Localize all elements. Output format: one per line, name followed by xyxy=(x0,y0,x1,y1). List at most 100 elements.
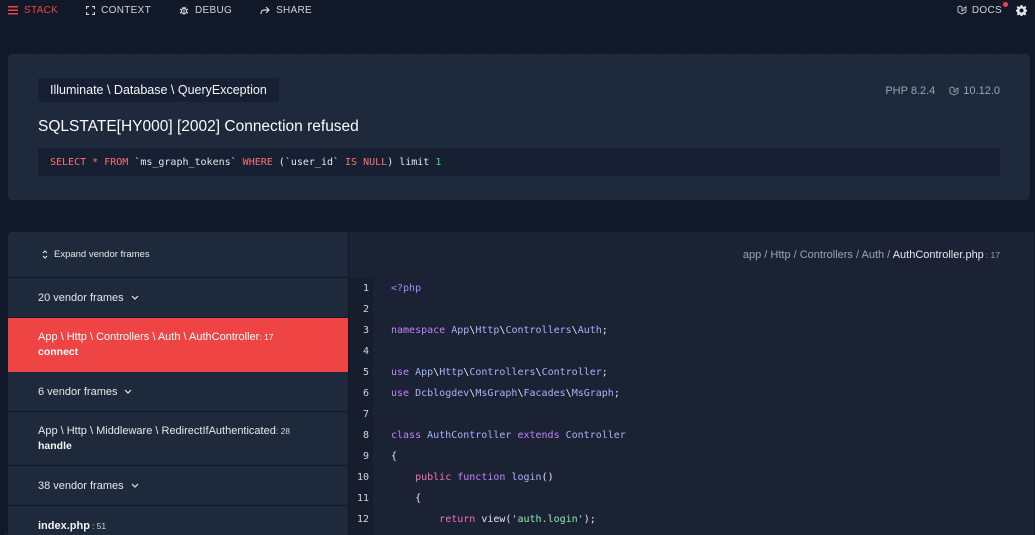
stack-frames-panel: Expand vendor frames 20 vendor frames Ap… xyxy=(8,232,348,535)
code-line: 11 { xyxy=(349,488,1034,509)
sql-query: SELECT * FROM `ms_graph_tokens` WHERE (`… xyxy=(38,148,1000,176)
line-number: 9 xyxy=(362,451,369,462)
nav-debug[interactable]: DEBUG xyxy=(179,0,232,20)
file-path[interactable]: app / Http / Controllers / Auth / AuthCo… xyxy=(743,249,1000,261)
code-token: { xyxy=(415,493,422,504)
code-token: AuthController xyxy=(427,430,512,441)
frame-function: connect xyxy=(38,346,79,358)
vendor-frames-group[interactable]: 20 vendor frames xyxy=(8,278,348,318)
laravel-icon xyxy=(949,86,959,96)
nav-debug-label: DEBUG xyxy=(195,4,233,16)
frame-line: : 28 xyxy=(275,426,291,436)
expand-vendor-frames-button[interactable]: Expand vendor frames xyxy=(8,232,348,278)
code-token: class xyxy=(391,430,428,441)
frame-path: App \ Http \ Controllers \ Auth \ AuthCo… xyxy=(38,331,260,343)
exception-header: Illuminate \ Database \ QueryException P… xyxy=(8,54,1030,200)
code-line: 4 xyxy=(349,341,1034,362)
vendor-frames-group[interactable]: 6 vendor frames xyxy=(8,372,348,412)
nav-share[interactable]: SHARE xyxy=(260,0,312,20)
code-token: public xyxy=(415,472,458,483)
chevron-down-icon xyxy=(131,483,139,488)
code-line: 9 { xyxy=(349,446,1034,467)
code-line: 8 class AuthController extends Controlle… xyxy=(349,425,1034,446)
code-line: 10 public function login() xyxy=(349,467,1034,488)
vendor-frames-label: 38 vendor frames xyxy=(38,479,124,492)
code-token: Http xyxy=(439,367,464,378)
nav-docs[interactable]: DOCS xyxy=(957,1,1008,16)
code-token: Facades xyxy=(523,388,566,399)
code-line: 5 use App\Http\Controllers\Controller; xyxy=(349,362,1034,383)
vendor-frames-label: 20 vendor frames xyxy=(38,291,124,304)
stack-icon xyxy=(8,5,18,15)
code-token: view( xyxy=(481,514,512,525)
code-token: ); xyxy=(583,514,596,525)
nav-docs-label: DOCS xyxy=(971,4,1002,16)
code-token: MsGraph xyxy=(571,388,614,399)
code-line: 2 xyxy=(349,299,1034,320)
nav-context[interactable]: CONTEXT xyxy=(86,0,151,20)
sql-keyword: WHERE xyxy=(242,156,273,168)
expand-corners-icon xyxy=(86,5,96,15)
code-token: extends xyxy=(511,430,566,441)
code-token: Dcblogdev xyxy=(415,388,470,399)
sql-limit: ) limit xyxy=(387,156,436,168)
nav-stack-label: STACK xyxy=(24,4,59,16)
file-line: : 17 xyxy=(985,250,1000,260)
code-token: namespace xyxy=(391,325,452,336)
exception-message: SQLSTATE[HY000] [2002] Connection refuse… xyxy=(38,118,359,135)
notification-dot xyxy=(1003,1,1008,7)
code-line: 12 return view('auth.login'); xyxy=(349,509,1034,530)
sql-star: * xyxy=(86,156,105,168)
chevron-down-icon xyxy=(131,295,139,300)
sql-keyword: SELECT xyxy=(50,156,87,168)
file-path-prefix: app / Http / Controllers / Auth / xyxy=(742,249,893,261)
code-token: function xyxy=(457,472,512,483)
line-number: 12 xyxy=(356,514,369,525)
code-token: <?php xyxy=(391,283,422,294)
file-name: AuthController.php xyxy=(892,249,984,261)
code-token: Controllers xyxy=(469,367,536,378)
php-version: PHP 8.2.4 xyxy=(885,85,936,97)
sql-keyword: IS NULL xyxy=(345,156,388,168)
line-number: 10 xyxy=(356,472,369,483)
code-line: 7 xyxy=(349,404,1034,425)
code-token: MsGraph xyxy=(475,388,518,399)
nav-stack[interactable]: STACK xyxy=(8,0,58,20)
line-number: 6 xyxy=(362,388,369,399)
line-number: 8 xyxy=(362,430,369,441)
line-number: 2 xyxy=(362,304,369,315)
nav-context-label: CONTEXT xyxy=(101,4,151,16)
gear-icon[interactable] xyxy=(1016,4,1027,16)
bug-icon xyxy=(179,5,189,15)
sql-condition: (`user_id` xyxy=(272,156,346,168)
frame-line: : 17 xyxy=(259,332,274,342)
line-number: 11 xyxy=(356,493,369,504)
nav-share-label: SHARE xyxy=(276,4,313,16)
sql-keyword: FROM xyxy=(104,156,129,168)
stack-frame[interactable]: App \ Http \ Middleware \ RedirectIfAuth… xyxy=(8,412,348,466)
vendor-frames-label: 6 vendor frames xyxy=(38,385,118,398)
code-token: return xyxy=(439,514,482,525)
stack-frame-active[interactable]: App \ Http \ Controllers \ Auth \ AuthCo… xyxy=(8,318,348,372)
code-token: use xyxy=(391,388,416,399)
code-token: { xyxy=(391,451,398,462)
stack-frame[interactable]: index.php : 51 xyxy=(8,506,348,535)
version-info: PHP 8.2.4 10.12.0 xyxy=(885,85,1000,97)
code-line: 1 <?php xyxy=(349,278,1034,299)
code-token: use xyxy=(391,367,416,378)
code-snippet-panel: app / Http / Controllers / Auth / AuthCo… xyxy=(348,232,1034,535)
top-nav: STACK CONTEXT DEBUG SHARE DOCS xyxy=(0,0,1035,20)
vendor-frames-group[interactable]: 38 vendor frames xyxy=(8,466,348,506)
line-number: 7 xyxy=(362,409,369,420)
code-token: 'auth.login' xyxy=(511,514,584,525)
code-token: App xyxy=(415,367,434,378)
line-number: 1 xyxy=(362,283,369,294)
code-token: Auth xyxy=(577,325,602,336)
line-number: 4 xyxy=(362,346,369,357)
frame-path: App \ Http \ Middleware \ RedirectIfAuth… xyxy=(38,425,276,437)
laravel-icon xyxy=(957,5,967,15)
code-token: login xyxy=(511,472,542,483)
share-arrow-icon xyxy=(260,6,270,15)
code-token: Http xyxy=(475,325,500,336)
line-number: 5 xyxy=(362,367,369,378)
